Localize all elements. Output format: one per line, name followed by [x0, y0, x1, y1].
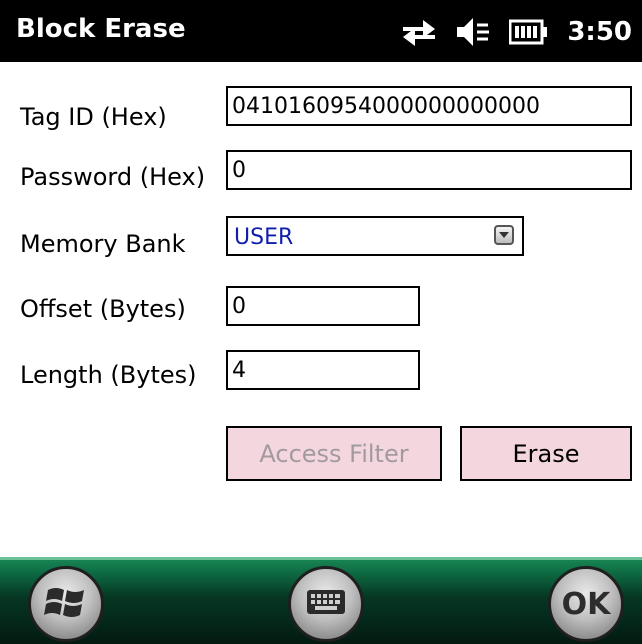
length-label: Length (Bytes) [20, 361, 197, 389]
battery-icon[interactable] [509, 18, 549, 46]
tag-id-field[interactable]: 0410160954000000000000 [226, 86, 632, 126]
soft-key-bar: OK [0, 557, 642, 644]
start-button[interactable] [28, 566, 104, 642]
ok-label: OK [561, 586, 611, 622]
dropdown-arrow-icon[interactable] [494, 225, 514, 245]
screen: Block Erase 3:50 Tag ID (Hex) 0410160954… [0, 0, 642, 644]
status-area: 3:50 [401, 12, 632, 52]
memory-bank-label: Memory Bank [20, 230, 186, 258]
speaker-muted-icon[interactable] [455, 15, 491, 49]
password-label: Password (Hex) [20, 163, 206, 191]
length-field[interactable]: 4 [226, 350, 420, 390]
keyboard-icon [306, 589, 346, 619]
access-filter-button[interactable]: Access Filter [226, 426, 442, 481]
title-bar: Block Erase 3:50 [0, 0, 642, 62]
tag-id-label: Tag ID (Hex) [20, 103, 167, 131]
erase-button[interactable]: Erase [460, 426, 632, 481]
keyboard-button[interactable] [288, 566, 364, 642]
memory-bank-value: USER [234, 225, 294, 250]
clock[interactable]: 3:50 [567, 17, 632, 47]
ok-button[interactable]: OK [548, 566, 624, 642]
password-field[interactable]: 0 [226, 150, 632, 190]
sync-arrows-icon[interactable] [401, 15, 437, 49]
windows-flag-icon [44, 582, 88, 626]
offset-field[interactable]: 0 [226, 286, 420, 326]
memory-bank-dropdown[interactable]: USER [226, 216, 524, 256]
offset-label: Offset (Bytes) [20, 295, 186, 323]
window-title: Block Erase [16, 14, 186, 44]
